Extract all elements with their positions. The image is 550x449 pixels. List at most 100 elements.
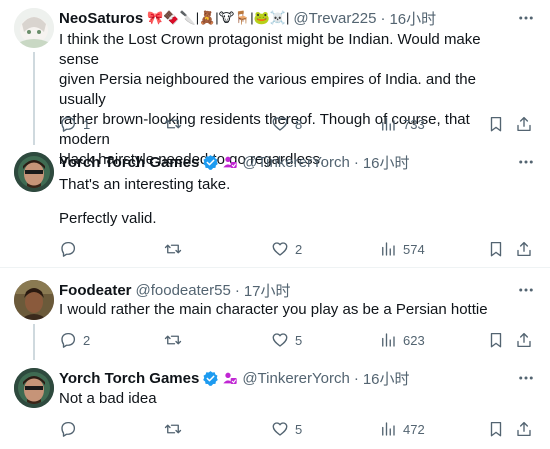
separator-dot: ·: [353, 369, 359, 387]
reply-icon: [61, 421, 76, 437]
more-options-button[interactable]: [516, 368, 536, 388]
verified-badge-icon: [202, 154, 219, 171]
author-name[interactable]: Yorch Torch Games: [59, 370, 199, 387]
more-dots-icon: [519, 16, 533, 20]
reply-button[interactable]: 2: [59, 330, 90, 350]
avatar[interactable]: [14, 152, 54, 192]
reply-count: 1: [83, 116, 91, 132]
more-options-button[interactable]: [516, 8, 536, 28]
thread-line: [33, 52, 35, 145]
timestamp[interactable]: 17小时: [244, 280, 291, 301]
verified-badge-icon: [202, 370, 219, 387]
repost-button[interactable]: [163, 239, 189, 259]
action-bar: 2 5 623: [59, 330, 539, 350]
like-button[interactable]: 2: [271, 239, 302, 259]
post-4[interactable]: Yorch Torch Games @TinkererYorch · 16小时 …: [0, 360, 550, 449]
reply-button[interactable]: [59, 419, 83, 439]
author-handle[interactable]: @TinkererYorch: [242, 154, 350, 171]
heart-icon: [272, 422, 288, 436]
post-text: That's an interesting take. Perfectly va…: [59, 175, 521, 229]
reply-icon: [61, 116, 76, 132]
post-text-line: That's an interesting take.: [59, 176, 231, 193]
views-chart-icon: [382, 117, 395, 131]
affiliate-badge-icon: [222, 154, 238, 170]
bookmark-button[interactable]: [487, 419, 505, 439]
share-icon: [517, 421, 531, 437]
post-text-line: I would rather the main character you pl…: [59, 301, 488, 318]
like-count: 5: [295, 421, 303, 437]
bookmark-button[interactable]: [487, 330, 505, 350]
avatar[interactable]: [14, 368, 54, 408]
more-dots-icon: [519, 288, 533, 292]
post-text-line: [59, 195, 521, 209]
repost-icon: [164, 335, 182, 345]
more-options-button[interactable]: [516, 280, 536, 300]
views-button[interactable]: 574: [379, 239, 425, 259]
view-count: 472: [403, 421, 425, 437]
heart-icon: [272, 333, 288, 347]
thread-line: [33, 324, 35, 360]
more-dots-icon: [519, 376, 533, 380]
share-icon: [517, 332, 531, 348]
timestamp[interactable]: 16小时: [363, 368, 410, 389]
like-count: 5: [295, 332, 303, 348]
repost-button[interactable]: [163, 419, 189, 439]
views-button[interactable]: 623: [379, 330, 425, 350]
like-count: 2: [295, 241, 303, 257]
post-3[interactable]: Foodeater @foodeater55 · 17小时 I would ra…: [0, 268, 550, 360]
views-button[interactable]: 472: [379, 419, 425, 439]
timestamp[interactable]: 16小时: [389, 8, 436, 29]
repost-button[interactable]: [163, 330, 189, 350]
repost-icon: [164, 244, 182, 254]
post-header: NeoSaturos 🎀🍫🔪|🧸|🐮🪑|🐸☠️| @Trevar225 · 16…: [59, 8, 436, 28]
view-count: 733: [403, 116, 425, 132]
repost-button[interactable]: [163, 114, 189, 134]
avatar[interactable]: [14, 8, 54, 48]
like-count: 8: [295, 116, 303, 132]
more-dots-icon: [519, 160, 533, 164]
post-text-line: I think the Lost Crown protagonist might…: [59, 31, 481, 68]
views-button[interactable]: 733: [379, 114, 425, 134]
post-text-line: given Persia neighboured the various emp…: [59, 71, 476, 108]
share-icon: [517, 241, 531, 257]
like-button[interactable]: 8: [271, 114, 302, 134]
post-text-line: Not a bad idea: [59, 390, 157, 407]
post-text: I would rather the main character you pl…: [59, 300, 521, 320]
reply-button[interactable]: [59, 239, 83, 259]
author-handle[interactable]: @foodeater55: [136, 282, 231, 299]
like-button[interactable]: 5: [271, 419, 302, 439]
reply-count: 2: [83, 332, 91, 348]
author-handle[interactable]: @Trevar225: [293, 10, 376, 27]
timestamp[interactable]: 16小时: [363, 152, 410, 173]
affiliate-badge-icon: [222, 370, 238, 386]
more-options-button[interactable]: [516, 152, 536, 172]
avatar[interactable]: [14, 280, 54, 320]
post-2[interactable]: Yorch Torch Games @TinkererYorch · 16小时 …: [0, 145, 550, 263]
bookmark-icon: [490, 332, 502, 348]
author-handle[interactable]: @TinkererYorch: [242, 370, 350, 387]
author-name[interactable]: Foodeater: [59, 282, 132, 299]
reply-button[interactable]: 1: [59, 114, 90, 134]
share-button[interactable]: [515, 239, 533, 259]
heart-icon: [272, 117, 288, 131]
author-name[interactable]: Yorch Torch Games: [59, 154, 199, 171]
author-name[interactable]: NeoSaturos: [59, 10, 143, 27]
separator-dot: ·: [234, 281, 240, 299]
view-count: 623: [403, 332, 425, 348]
separator-dot: ·: [380, 9, 386, 27]
share-button[interactable]: [515, 330, 533, 350]
heart-icon: [272, 242, 288, 256]
post-text: Not a bad idea: [59, 389, 521, 409]
views-chart-icon: [382, 333, 395, 347]
like-button[interactable]: 5: [271, 330, 302, 350]
share-button[interactable]: [515, 114, 533, 134]
separator-dot: ·: [353, 153, 359, 171]
bookmark-button[interactable]: [487, 239, 505, 259]
action-bar: 1 8 733: [59, 114, 539, 134]
post-header: Yorch Torch Games @TinkererYorch · 16小时: [59, 368, 410, 388]
post-header: Foodeater @foodeater55 · 17小时: [59, 280, 291, 300]
share-icon: [517, 116, 531, 132]
bookmark-button[interactable]: [487, 114, 505, 134]
post-1[interactable]: NeoSaturos 🎀🍫🔪|🧸|🐮🪑|🐸☠️| @Trevar225 · 16…: [0, 0, 550, 168]
share-button[interactable]: [515, 419, 533, 439]
